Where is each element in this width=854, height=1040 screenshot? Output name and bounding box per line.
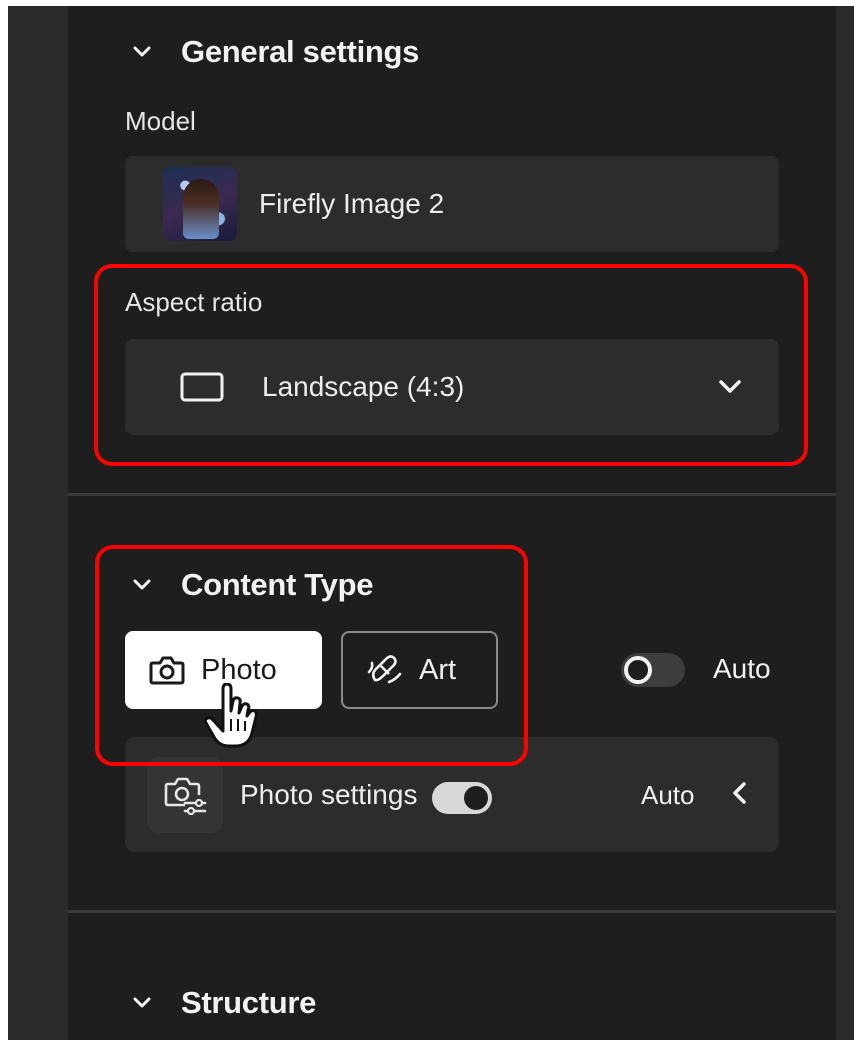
aspect-ratio-dropdown[interactable]: Landscape (4:3) — [125, 339, 779, 435]
content-type-auto-label: Auto — [713, 653, 771, 684]
art-button[interactable]: Art — [341, 631, 498, 709]
model-name: Firefly Image 2 — [259, 188, 445, 219]
left-toolbar-rail — [8, 6, 68, 1040]
toggle-knob — [624, 656, 652, 684]
art-brush-icon — [367, 655, 402, 684]
chevron-down-icon — [133, 46, 151, 57]
content-type-auto-toggle[interactable] — [621, 653, 685, 687]
model-label: Model — [125, 106, 196, 136]
general-settings-header[interactable]: General settings — [133, 34, 419, 70]
landscape-frame-icon — [180, 372, 224, 402]
aspect-ratio-value: Landscape (4:3) — [262, 371, 465, 402]
photo-settings-auto-toggle[interactable] — [432, 782, 492, 814]
section-divider — [68, 910, 836, 913]
art-button-label: Art — [419, 653, 457, 686]
aspect-ratio-label: Aspect ratio — [125, 287, 263, 317]
photo-settings-icon-wrap — [147, 757, 223, 833]
content-type-header[interactable]: Content Type — [133, 567, 373, 603]
model-thumbnail — [163, 167, 237, 241]
section-divider — [68, 493, 836, 496]
photo-settings-label: Photo settings — [240, 779, 418, 810]
content-type-title: Content Type — [181, 567, 374, 602]
model-selector[interactable]: Firefly Image 2 — [125, 156, 779, 252]
general-settings-title: General settings — [181, 34, 420, 69]
structure-header[interactable]: Structure — [133, 985, 316, 1021]
structure-title: Structure — [181, 985, 317, 1020]
chevron-left-icon[interactable] — [731, 781, 747, 805]
hand-pointer-cursor — [203, 683, 258, 748]
chevron-down-icon — [133, 579, 151, 590]
photo-button-label: Photo — [201, 653, 277, 686]
panel-scroll-edge[interactable] — [836, 6, 854, 1040]
toggle-knob — [464, 786, 488, 810]
chevron-down-icon — [719, 380, 741, 393]
chevron-down-icon — [133, 997, 151, 1008]
camera-icon — [149, 656, 185, 685]
photo-settings-auto-label: Auto — [641, 780, 695, 810]
photo-settings-icon — [164, 777, 207, 815]
